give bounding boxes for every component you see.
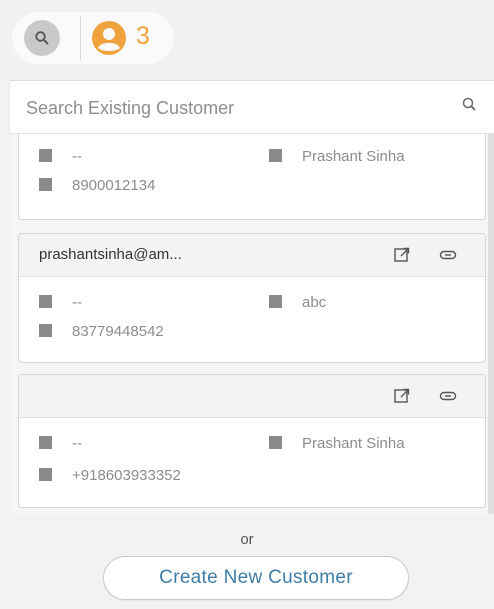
list-scrollbar[interactable] [488,134,494,514]
phone-icon [39,324,52,337]
customer-search-bar [10,80,494,134]
search-icon[interactable] [460,95,482,117]
user-circle-icon[interactable] [90,19,128,57]
external-link-icon[interactable] [393,387,411,405]
search-icon [35,31,49,45]
customer-list[interactable]: -- Prashant Sinha 8900012134 prashantsin… [10,134,494,514]
pill-divider [80,16,81,60]
customer-phone: +918603933352 [39,467,181,484]
customer-name: Prashant Sinha [269,435,405,452]
customer-field: -- [39,435,82,452]
customer-card[interactable]: -- Prashant Sinha 8900012134 [18,134,486,220]
customer-name: Prashant Sinha [269,148,405,165]
field-icon [39,149,52,162]
customer-field: -- [39,294,82,311]
search-toggle-button[interactable] [24,20,60,56]
create-new-customer-button[interactable]: Create New Customer [103,556,409,600]
customer-name: abc [269,294,326,311]
customer-count: 3 [136,22,150,50]
link-icon[interactable] [439,387,457,405]
card-header: prashantsinha@am... [19,234,485,277]
person-icon [269,295,282,308]
search-input[interactable] [24,93,448,123]
person-icon [269,149,282,162]
field-icon [39,295,52,308]
external-link-icon[interactable] [393,246,411,264]
customer-field: -- [39,148,82,165]
customer-email: prashantsinha@am... [39,246,182,263]
top-bar: 3 [0,0,494,80]
person-icon [269,436,282,449]
customer-card[interactable]: -- Prashant Sinha +918603933352 [18,374,486,508]
customer-card[interactable]: prashantsinha@am... -- abc 83779448542 [18,233,486,363]
phone-icon [39,468,52,481]
link-icon[interactable] [439,246,457,264]
customer-phone: 83779448542 [39,323,164,340]
field-icon [39,436,52,449]
phone-icon [39,178,52,191]
customer-phone: 8900012134 [39,177,155,194]
or-separator: or [240,531,254,548]
card-header [19,375,485,418]
